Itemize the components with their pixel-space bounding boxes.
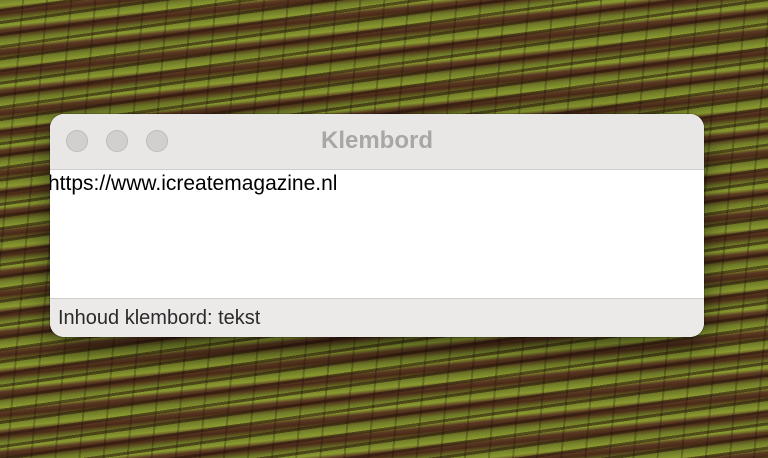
window-titlebar[interactable]: Klembord (50, 114, 704, 170)
clipboard-window: Klembord https://www.icreatemagazine.nl … (50, 114, 704, 337)
status-bar: Inhoud klembord: tekst (50, 298, 704, 337)
window-title: Klembord (320, 127, 433, 154)
clipboard-content-text[interactable]: https://www.icreatemagazine.nl (50, 172, 337, 196)
clipboard-content-area[interactable]: https://www.icreatemagazine.nl (50, 170, 704, 298)
clipboard-status-text: Inhoud klembord: tekst (58, 307, 261, 329)
